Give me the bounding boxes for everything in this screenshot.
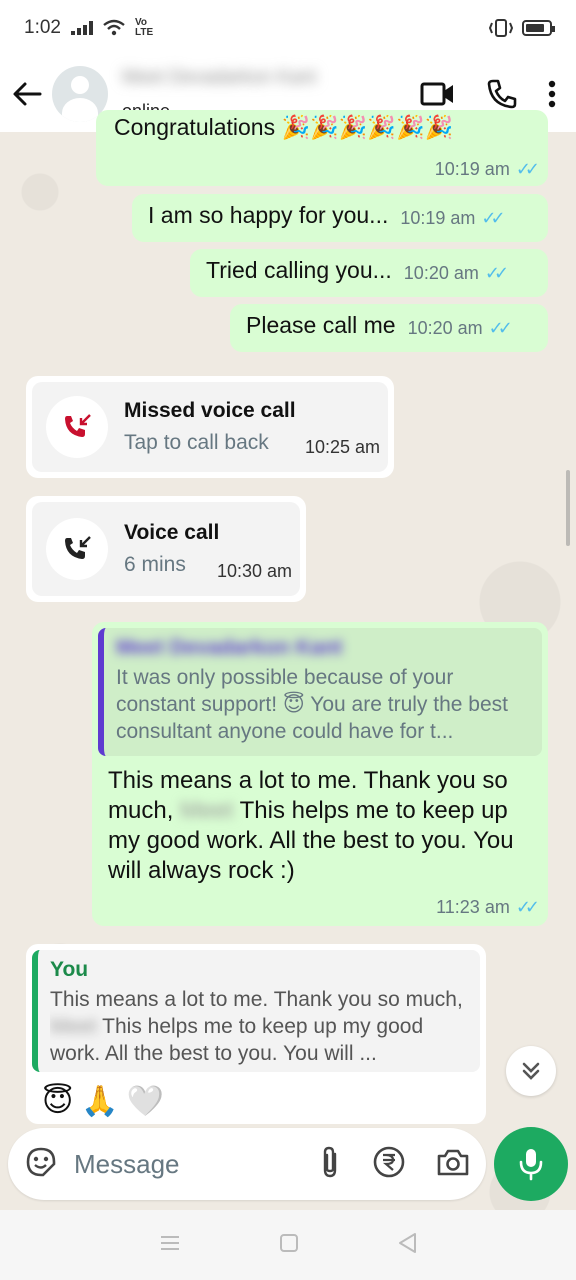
- voice-call-message[interactable]: Voice call 6 mins 10:30 am: [26, 496, 306, 602]
- back-button[interactable]: [2, 81, 52, 107]
- message-emojis: 😇🙏🤍: [42, 1085, 172, 1118]
- message-meta: 10:19 am ✓✓: [434, 159, 540, 180]
- blurred-name: Meet: [180, 797, 234, 824]
- message-time: 10:25 am: [304, 437, 380, 457]
- paperclip-icon: [323, 1146, 337, 1177]
- message-meta: 11:23 am ✓✓: [436, 897, 540, 918]
- message-time: 10:20 am: [407, 318, 483, 338]
- payment-button[interactable]: [372, 1145, 406, 1184]
- message-time: 10:19 am: [400, 208, 476, 228]
- camera-icon: [437, 1149, 469, 1175]
- read-ticks-icon: ✓✓: [484, 263, 509, 283]
- wifi-icon: [103, 19, 125, 36]
- sticker-icon: [26, 1147, 56, 1176]
- triangle-back-icon: [399, 1232, 416, 1253]
- home-button[interactable]: [279, 1233, 299, 1258]
- camera-button[interactable]: [436, 1147, 470, 1182]
- more-vert-icon: [548, 80, 556, 108]
- message-text: Please call me: [246, 312, 396, 338]
- back-nav-button[interactable]: [397, 1232, 417, 1259]
- clock: 1:02: [24, 17, 61, 38]
- message-incoming-reply[interactable]: You This means a lot to me. Thank you so…: [26, 944, 486, 1124]
- call-title: Missed voice call: [124, 399, 296, 422]
- message-input[interactable]: Message: [74, 1149, 318, 1180]
- missed-call-icon: [46, 396, 108, 458]
- message-outgoing[interactable]: Congratulations 🎉🎉🎉🎉🎉🎉 10:19 am ✓✓: [96, 110, 548, 186]
- message-outgoing[interactable]: Tried calling you... 10:20 am ✓✓: [190, 249, 548, 297]
- status-bar: 1:02 Vo LTE: [0, 0, 576, 56]
- message-outgoing[interactable]: Please call me 10:20 am ✓✓: [230, 304, 548, 352]
- quote-text: This means a lot to me. Thank you so muc…: [50, 988, 463, 1065]
- signal-icon: [70, 21, 93, 35]
- contact-name[interactable]: Meet Devadarkon Kant: [122, 67, 352, 91]
- message-composer: Message: [8, 1128, 486, 1200]
- scroll-to-bottom-button[interactable]: [506, 1046, 556, 1096]
- message-outgoing[interactable]: I am so happy for you... 10:19 am ✓✓: [132, 194, 548, 242]
- attach-button[interactable]: [318, 1145, 342, 1184]
- quote-author: You: [50, 958, 89, 981]
- video-call-button[interactable]: [420, 81, 456, 107]
- mic-icon: [519, 1149, 543, 1181]
- menu-lines-icon: [161, 1235, 179, 1250]
- message-text: Congratulations 🎉🎉🎉🎉🎉🎉: [114, 114, 454, 140]
- call-subtitle: 6 mins: [124, 553, 186, 576]
- rupee-icon: [373, 1146, 405, 1177]
- read-ticks-icon: ✓✓: [488, 318, 513, 338]
- call-card[interactable]: Missed voice call Tap to call back 10:25…: [32, 382, 388, 472]
- quote-text: It was only possible because of your con…: [116, 666, 508, 743]
- message-time: 10:19 am: [434, 159, 510, 179]
- menu-button[interactable]: [548, 80, 556, 108]
- call-title: Voice call: [124, 521, 220, 544]
- message-text: This means a lot to me. Thank you so muc…: [108, 767, 514, 884]
- scrollbar[interactable]: [566, 470, 570, 546]
- square-icon: [280, 1233, 298, 1252]
- arrow-left-icon: [13, 82, 42, 106]
- sticker-button[interactable]: [24, 1145, 58, 1184]
- voice-call-button[interactable]: [486, 78, 518, 110]
- message-text: Tried calling you...: [206, 257, 392, 283]
- quoted-message[interactable]: Meet Devadarkon Kant It was only possibl…: [98, 628, 542, 756]
- quoted-message[interactable]: You This means a lot to me. Thank you so…: [32, 950, 480, 1072]
- blurred-name: Meet: [50, 1015, 97, 1038]
- missed-call-message[interactable]: Missed voice call Tap to call back 10:25…: [26, 376, 394, 478]
- video-call-icon: [420, 82, 453, 106]
- battery-icon: [522, 20, 555, 36]
- system-nav-bar: [0, 1210, 576, 1280]
- voice-call-icon: [487, 79, 517, 109]
- incoming-call-icon: [46, 518, 108, 580]
- quote-author: Meet Devadarkon Kant: [116, 636, 343, 659]
- recent-apps-button[interactable]: [159, 1234, 181, 1257]
- volte-label: Vo LTE: [134, 17, 154, 38]
- message-time: 10:30 am: [216, 561, 292, 581]
- message-time: 11:23 am: [436, 897, 510, 917]
- double-chevron-down-icon: [522, 1062, 540, 1080]
- mic-button[interactable]: [494, 1127, 568, 1201]
- message-time: 10:20 am: [403, 263, 479, 283]
- read-ticks-icon: ✓✓: [515, 159, 540, 179]
- read-ticks-icon: ✓✓: [481, 208, 505, 228]
- call-card[interactable]: Voice call 6 mins 10:30 am: [32, 502, 300, 596]
- message-outgoing-reply[interactable]: Meet Devadarkon Kant It was only possibl…: [92, 622, 548, 926]
- read-ticks-icon: ✓✓: [515, 897, 540, 917]
- vibrate-icon: [488, 19, 514, 37]
- call-subtitle: Tap to call back: [124, 431, 269, 454]
- message-text: I am so happy for you...: [148, 202, 389, 228]
